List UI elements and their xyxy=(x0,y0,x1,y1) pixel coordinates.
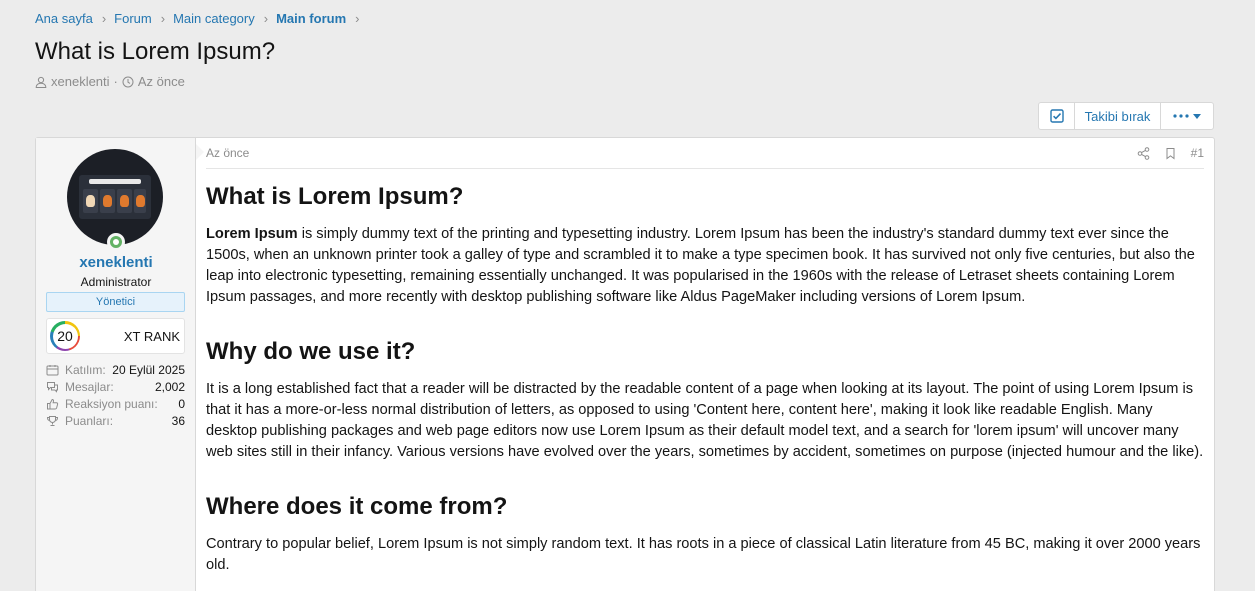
user-stats: Katılım: 20 Eylül 2025 Mesajlar: 2,002 Rea… xyxy=(46,361,185,429)
post-paragraph-2: It is a long established fact that a rea… xyxy=(206,381,1204,460)
post-header: Az önce #1 xyxy=(206,138,1204,169)
post-paragraph-3: Contrary to popular belief, Lorem Ipsum … xyxy=(206,536,1201,573)
thread-action-bar: Takibi bırak xyxy=(1038,102,1214,130)
clock-icon xyxy=(122,76,134,87)
post-message: xeneklenti Administrator Yönetici 20 XT … xyxy=(35,137,1215,591)
breadcrumb: Ana sayfa › Forum › Main category › Main fo… xyxy=(35,11,367,26)
post-body: What is Lorem Ipsum? Lorem Ipsum is simp… xyxy=(206,183,1204,576)
user-icon xyxy=(35,76,47,88)
page-title: What is Lorem Ipsum? xyxy=(35,38,276,65)
ellipsis-icon xyxy=(1173,114,1189,118)
post-heading-2: Why do we use it? xyxy=(206,338,416,365)
post-heading-3: Where does it come from? xyxy=(206,493,508,520)
more-options-button[interactable] xyxy=(1161,103,1213,129)
trophy-icon xyxy=(46,415,59,426)
stat-messages[interactable]: Mesajlar: 2,002 xyxy=(46,378,185,395)
post-content: Az önce #1 What is Lorem Ipsum? Lorem Ip… xyxy=(196,138,1214,591)
avatar-figure xyxy=(86,195,95,207)
share-icon[interactable] xyxy=(1137,146,1150,160)
bookmark-icon[interactable] xyxy=(1164,147,1177,160)
rank-ring-icon: 20 xyxy=(50,321,80,351)
online-status-icon xyxy=(107,233,125,251)
breadcrumb-item-home[interactable]: Ana sayfa › xyxy=(35,11,114,26)
username-link[interactable]: xeneklenti xyxy=(36,254,196,271)
avatar[interactable] xyxy=(67,149,163,245)
chevron-right-icon: › xyxy=(160,11,166,26)
post-number-link[interactable]: #1 xyxy=(1191,146,1204,160)
chevron-right-icon: › xyxy=(263,11,269,26)
avatar-bar xyxy=(89,179,141,184)
post-paragraph-1-text: is simply dummy text of the printing and… xyxy=(206,226,1195,305)
avatar-figure xyxy=(103,195,112,207)
stat-joined: Katılım: 20 Eylül 2025 xyxy=(46,361,185,378)
post-paragraph-1-bold: Lorem Ipsum xyxy=(206,226,298,242)
avatar-figure xyxy=(120,195,129,207)
calendar-icon xyxy=(46,364,59,375)
post-tools: #1 xyxy=(1137,146,1204,160)
rank-level: 20 xyxy=(52,323,78,349)
post-user-panel: xeneklenti Administrator Yönetici 20 XT … xyxy=(36,138,204,591)
stat-reactions: Reaksiyon puanı: 0 xyxy=(46,395,185,412)
breadcrumb-item-forum[interactable]: Forum › xyxy=(114,11,173,26)
chevron-right-icon: › xyxy=(101,11,107,26)
chevron-right-icon: › xyxy=(355,11,360,26)
unwatch-button[interactable]: Takibi bırak xyxy=(1075,103,1161,129)
rank-box[interactable]: 20 XT RANK xyxy=(46,318,185,354)
thumbs-up-icon xyxy=(47,398,59,409)
rank-label: XT RANK xyxy=(123,328,180,344)
thread-time[interactable]: Az önce xyxy=(138,74,185,89)
select-thread-button[interactable] xyxy=(1039,103,1075,129)
avatar-figure xyxy=(136,195,145,207)
stat-points[interactable]: Puanları: 36 xyxy=(46,412,185,429)
user-banner: Yönetici xyxy=(46,292,185,312)
breadcrumb-item-current[interactable]: Main forum › xyxy=(276,11,367,26)
user-title: Administrator xyxy=(80,275,152,289)
thread-meta: xeneklenti · Az önce xyxy=(35,74,185,89)
post-time[interactable]: Az önce xyxy=(206,146,249,160)
post-paragraph-1: Lorem Ipsum is simply dummy text of the … xyxy=(206,224,1204,308)
caret-down-icon xyxy=(1193,113,1201,119)
meta-separator: · xyxy=(113,74,118,89)
post-heading-1: What is Lorem Ipsum? xyxy=(206,183,464,210)
checkbox-checked-icon xyxy=(1049,109,1064,123)
breadcrumb-item-category[interactable]: Main category › xyxy=(173,11,276,26)
thread-author-link[interactable]: xeneklenti xyxy=(51,74,110,89)
messages-icon xyxy=(47,381,58,393)
